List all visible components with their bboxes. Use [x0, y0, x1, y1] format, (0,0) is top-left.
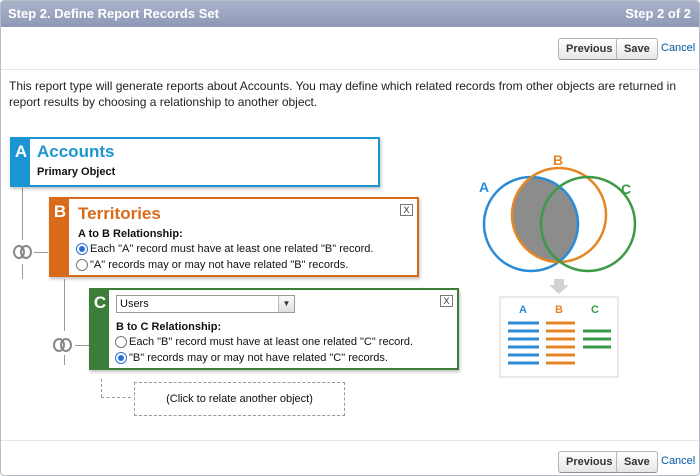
save-button[interactable]: Save — [616, 38, 658, 60]
object-b-title: Territories — [78, 204, 161, 223]
radio-button[interactable] — [115, 336, 127, 348]
object-b-box: B Territories X A to B Relationship: Eac… — [49, 197, 419, 277]
a-to-b-option-optional[interactable]: "A" records may or may not have related … — [76, 259, 348, 271]
radio-button[interactable] — [115, 352, 127, 364]
connector-line — [34, 252, 48, 253]
connector-line — [22, 188, 23, 240]
table-header-c: C — [591, 304, 599, 316]
previous-button-bottom[interactable]: Previous — [558, 451, 621, 473]
object-c-letter: C — [91, 290, 109, 368]
step-title: Step 2. Define Report Records Set — [8, 6, 219, 21]
connector-line — [64, 355, 65, 365]
object-a-box: A Accounts Primary Object — [10, 137, 380, 187]
object-a-letter: A — [12, 139, 30, 185]
radio-button[interactable] — [76, 259, 88, 271]
object-c-select[interactable]: Users ▼ — [116, 295, 295, 313]
a-to-b-relationship-label: A to B Relationship: — [78, 228, 183, 240]
venn-label-b: B — [553, 152, 563, 168]
radio-button[interactable] — [76, 243, 88, 255]
object-a-subtitle: Primary Object — [37, 166, 116, 178]
cancel-link-bottom[interactable]: Cancel — [661, 455, 695, 467]
connector-line — [101, 379, 102, 397]
venn-diagram-illustration: A B C A B C — [479, 152, 637, 378]
connector-line — [75, 345, 89, 346]
venn-label-c: C — [621, 181, 631, 197]
connector-line — [101, 397, 131, 398]
chevron-down-icon[interactable]: ▼ — [278, 296, 294, 312]
b-to-c-relationship-label: B to C Relationship: — [116, 321, 222, 333]
top-toolbar: Previous Save Cancel — [1, 28, 699, 70]
table-header-a: A — [519, 304, 527, 316]
link-icon — [13, 245, 32, 259]
venn-label-a: A — [479, 179, 489, 195]
object-c-box: C Users ▼ X B to C Relationship: Each "B… — [89, 288, 459, 370]
remove-object-b-button[interactable]: X — [400, 204, 413, 216]
connector-line — [22, 264, 23, 279]
b-to-c-option-optional[interactable]: "B" records may or may not have related … — [115, 352, 388, 364]
connector-line — [64, 279, 65, 331]
b-to-c-option-required[interactable]: Each "B" record must have at least one r… — [115, 336, 413, 348]
save-button-bottom[interactable]: Save — [616, 451, 658, 473]
object-a-title: Accounts — [37, 142, 115, 161]
object-b-letter: B — [51, 199, 69, 275]
arrow-down-icon — [549, 279, 569, 294]
bottom-toolbar: Previous Save Cancel — [1, 440, 699, 475]
link-icon — [53, 338, 72, 352]
cancel-link[interactable]: Cancel — [661, 42, 695, 54]
remove-object-c-button[interactable]: X — [440, 295, 453, 307]
report-type-wizard: Step 2. Define Report Records Set Step 2… — [0, 0, 700, 476]
relate-another-object-button[interactable]: (Click to relate another object) — [134, 382, 345, 416]
previous-button[interactable]: Previous — [558, 38, 621, 60]
table-header-b: B — [555, 304, 563, 316]
step-counter: Step 2 of 2 — [625, 6, 691, 21]
step-header: Step 2. Define Report Records Set Step 2… — [1, 1, 699, 27]
intro-text: This report type will generate reports a… — [9, 79, 677, 109]
a-to-b-option-required[interactable]: Each "A" record must have at least one r… — [76, 243, 373, 255]
